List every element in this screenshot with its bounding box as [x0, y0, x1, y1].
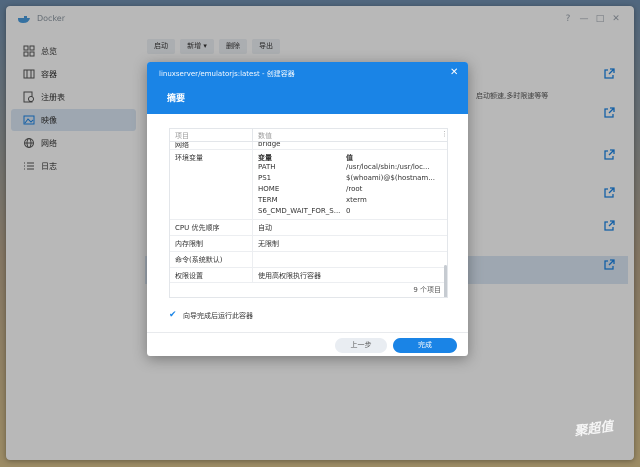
- dialog-footer-divider: [147, 332, 468, 333]
- dialog-header: linuxserver/emulatorjs:latest - 创建容器 ✕ 摘…: [147, 62, 468, 114]
- row-value-cpu: 自动: [258, 224, 272, 232]
- env-var-header: 变量: [258, 154, 272, 162]
- table-header: 项目 数值 ⋮: [170, 129, 447, 142]
- item-count: 9 个项目: [413, 286, 441, 294]
- row-divider: [170, 219, 447, 220]
- row-divider: [170, 149, 447, 150]
- column-header-value[interactable]: 数值: [258, 131, 272, 141]
- env-var: TERM: [258, 196, 278, 204]
- done-button[interactable]: 完成: [393, 338, 457, 353]
- column-divider: [252, 142, 253, 282]
- create-container-dialog: linuxserver/emulatorjs:latest - 创建容器 ✕ 摘…: [147, 62, 468, 356]
- dialog-title: linuxserver/emulatorjs:latest - 创建容器: [159, 70, 295, 78]
- run-after-label: 向导完成后运行此容器: [183, 312, 253, 320]
- row-item-command: 命令(系统默认): [175, 256, 223, 264]
- column-menu-icon[interactable]: ⋮: [441, 130, 447, 138]
- row-divider: [170, 235, 447, 236]
- env-var: HOME: [258, 185, 280, 193]
- env-val: 0: [346, 207, 351, 215]
- row-value-privilege: 使用高权限执行容器: [258, 272, 321, 280]
- row-divider: [170, 267, 447, 268]
- row-value-memory: 无限制: [258, 240, 279, 248]
- env-var: S6_CMD_WAIT_FOR_S...: [258, 207, 341, 215]
- step-title: 摘要: [167, 94, 186, 104]
- env-val: $(whoami)@$(hostnam...: [346, 174, 435, 182]
- row-divider: [170, 251, 447, 252]
- row-item-cpu: CPU 优先顺序: [175, 224, 220, 232]
- column-divider: [252, 129, 253, 142]
- env-var: PATH: [258, 163, 276, 171]
- dialog-close-icon[interactable]: ✕: [450, 67, 458, 78]
- row-item-privilege: 权限设置: [175, 272, 203, 280]
- run-after-checkbox[interactable]: ✔: [169, 310, 177, 320]
- previous-button[interactable]: 上一步: [335, 338, 387, 353]
- summary-table: 网络 bridge 项目 数值 ⋮ 环境变量 变量 值 PATH /usr/lo…: [169, 128, 448, 298]
- table-scrollbar[interactable]: [444, 265, 447, 297]
- table-footer-divider: [170, 282, 447, 283]
- column-header-item[interactable]: 项目: [175, 131, 189, 141]
- env-val: /root: [346, 185, 363, 193]
- env-val: /usr/local/sbin:/usr/loc...: [346, 163, 430, 171]
- env-var: PS1: [258, 174, 272, 182]
- row-item-memory: 内存限制: [175, 240, 203, 248]
- row-item-env: 环境变量: [175, 154, 203, 162]
- env-val-header: 值: [346, 154, 353, 162]
- env-val: xterm: [346, 196, 367, 204]
